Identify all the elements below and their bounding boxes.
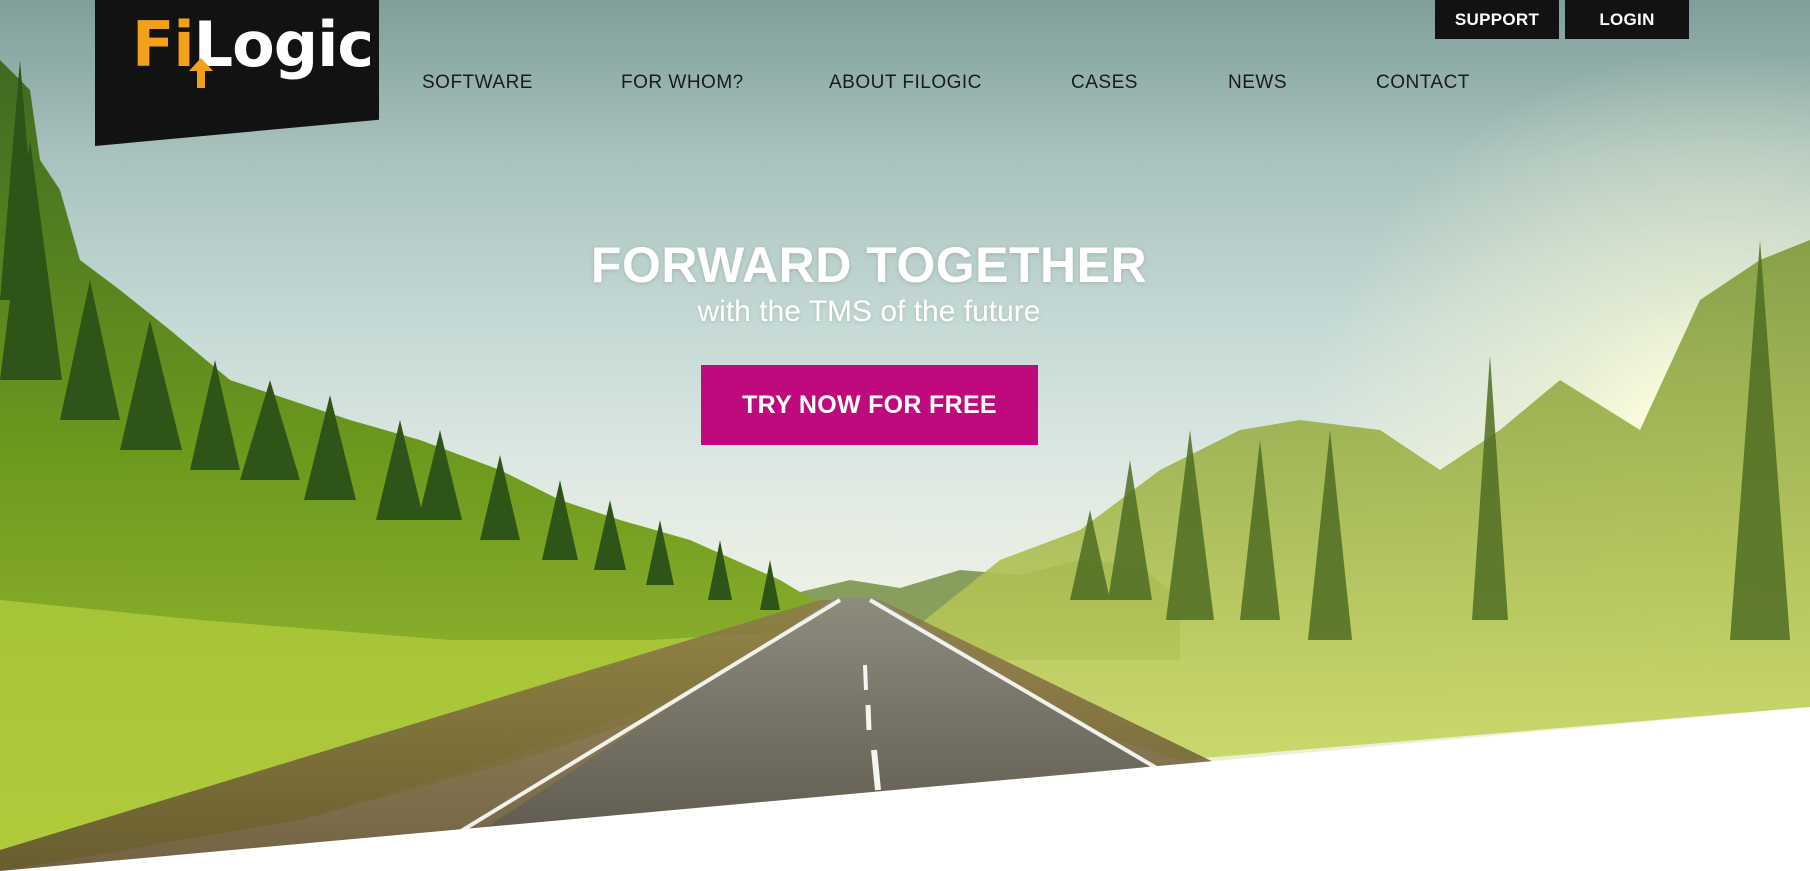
logo-logic: Logic (193, 8, 374, 81)
homepage: FiLogic SUPPORT LOGIN SOFTWARE FOR WHOM?… (0, 0, 1810, 871)
arrow-up-icon (189, 58, 213, 88)
logo-wordmark: FiLogic (132, 14, 374, 76)
nav-item-for-whom[interactable]: FOR WHOM? (621, 72, 744, 94)
try-now-button[interactable]: TRY NOW FOR FREE (701, 365, 1038, 445)
hero-subtitle: with the TMS of the future (697, 295, 1041, 328)
login-button[interactable]: LOGIN (1565, 0, 1689, 39)
nav-item-about-filogic[interactable]: ABOUT FILOGIC (829, 72, 982, 94)
nav-item-news[interactable]: NEWS (1228, 72, 1287, 94)
support-button[interactable]: SUPPORT (1435, 0, 1559, 39)
nav-item-contact[interactable]: CONTACT (1376, 72, 1470, 94)
hero-title: FORWARD TOGETHER (590, 237, 1148, 293)
nav-item-software[interactable]: SOFTWARE (422, 72, 533, 94)
nav-item-cases[interactable]: CASES (1071, 72, 1138, 94)
logo-fi: Fi (132, 8, 195, 81)
